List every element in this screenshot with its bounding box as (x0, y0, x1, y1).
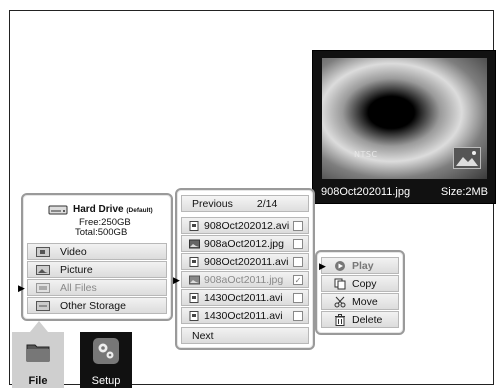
storage-item-video[interactable]: Video (27, 243, 167, 260)
file-name: 908aOct2011.jpg (204, 273, 284, 286)
hard-drive-default-tag: (Default) (126, 207, 153, 214)
hard-drive-name: Hard Drive (73, 204, 124, 215)
hard-drive-total: Total:500GB (75, 227, 128, 238)
video-file-icon (189, 311, 199, 321)
storage-panel: Hard Drive (Default) Free:250GB Total:50… (18, 193, 173, 321)
tab-setup-label: Setup (91, 375, 121, 387)
scissors-icon (334, 296, 346, 308)
next-page-button[interactable]: Next (181, 327, 309, 344)
copy-action[interactable]: Copy (321, 275, 399, 292)
video-file-icon (189, 293, 199, 303)
preview-caption: 908Oct202011.jpg Size:2MB (313, 182, 495, 202)
file-row[interactable]: 908Oct202012.avi (181, 217, 309, 234)
file-preview: NTSC 908Oct202011.jpg Size:2MB (312, 50, 496, 204)
video-folder-icon (36, 247, 50, 257)
file-checkbox[interactable] (293, 257, 303, 267)
page-indicator: 2/14 (256, 197, 278, 210)
tab-setup[interactable]: Setup (80, 332, 132, 388)
selection-arrow-icon: ▶ (18, 283, 25, 293)
preview-overlay-text: NTSC (354, 150, 378, 159)
folder-icon (26, 344, 50, 362)
file-checkbox-checked[interactable]: ✓ (293, 275, 303, 285)
file-row[interactable]: 1430Oct2011.avi (181, 307, 309, 324)
preview-filename: 908Oct202011.jpg (321, 186, 411, 198)
selection-arrow-icon: ▶ (173, 275, 180, 285)
storage-item-label: Video (60, 245, 87, 258)
video-file-icon (189, 221, 199, 231)
trash-icon (335, 314, 345, 326)
storage-item-other-storage[interactable]: Other Storage (27, 297, 167, 314)
action-label: Play (352, 259, 374, 272)
next-label: Next (192, 329, 214, 342)
hard-drive-info: Hard Drive (Default) Free:250GB Total:50… (23, 199, 171, 239)
preview-filesize: Size:2MB (440, 186, 488, 198)
previous-label: Previous (192, 197, 233, 210)
storage-item-label: Other Storage (60, 299, 126, 312)
file-name: 908Oct202012.avi (204, 219, 290, 232)
storage-item-label: Picture (60, 263, 93, 276)
play-action[interactable]: ▶ Play (319, 257, 399, 274)
action-label: Delete (352, 313, 383, 326)
storage-item-all-files[interactable]: ▶ All Files (18, 279, 167, 296)
storage-item-picture[interactable]: Picture (27, 261, 167, 278)
all-files-folder-icon (36, 283, 50, 293)
copy-icon (334, 278, 346, 290)
file-checkbox[interactable] (293, 311, 303, 321)
picture-file-icon (189, 239, 200, 249)
other-storage-icon (36, 301, 50, 311)
file-row[interactable]: 908Oct202011.avi (181, 253, 309, 270)
play-icon (335, 261, 345, 271)
tab-file[interactable]: File (12, 332, 64, 388)
picture-type-icon (453, 147, 481, 169)
file-name: 908aOct2012.jpg (204, 237, 284, 250)
file-actions-menu: ▶ Play Copy Move Delete (315, 250, 405, 335)
file-checkbox[interactable] (293, 239, 303, 249)
picture-folder-icon (36, 265, 50, 275)
delete-action[interactable]: Delete (321, 311, 399, 328)
storage-item-label: All Files (60, 281, 97, 294)
action-label: Move (352, 295, 378, 308)
file-row[interactable]: 908aOct2012.jpg (181, 235, 309, 252)
selection-arrow-icon: ▶ (319, 261, 326, 271)
file-checkbox[interactable] (293, 293, 303, 303)
file-name: 1430Oct2011.avi (204, 309, 283, 322)
file-list-panel: Previous 2/14 908Oct202012.avi 908aOct20… (173, 188, 315, 350)
file-name: 908Oct202011.avi (204, 255, 289, 268)
preview-image: NTSC (322, 58, 487, 179)
gears-icon (93, 338, 119, 364)
previous-page-button[interactable]: Previous 2/14 (181, 195, 309, 212)
action-label: Copy (352, 277, 377, 290)
active-tab-pointer (30, 321, 48, 332)
hard-drive-icon (48, 205, 68, 215)
move-action[interactable]: Move (321, 293, 399, 310)
file-name: 1430Oct2011.avi (204, 291, 283, 304)
tab-file-label: File (28, 375, 48, 387)
video-file-icon (189, 257, 199, 267)
picture-file-icon (189, 275, 200, 285)
file-row[interactable]: 1430Oct2011.avi (181, 289, 309, 306)
hard-drive-title: Hard Drive (Default) (73, 204, 153, 215)
file-checkbox[interactable] (293, 221, 303, 231)
file-row-selected[interactable]: ▶ 908aOct2011.jpg ✓ (173, 271, 309, 288)
